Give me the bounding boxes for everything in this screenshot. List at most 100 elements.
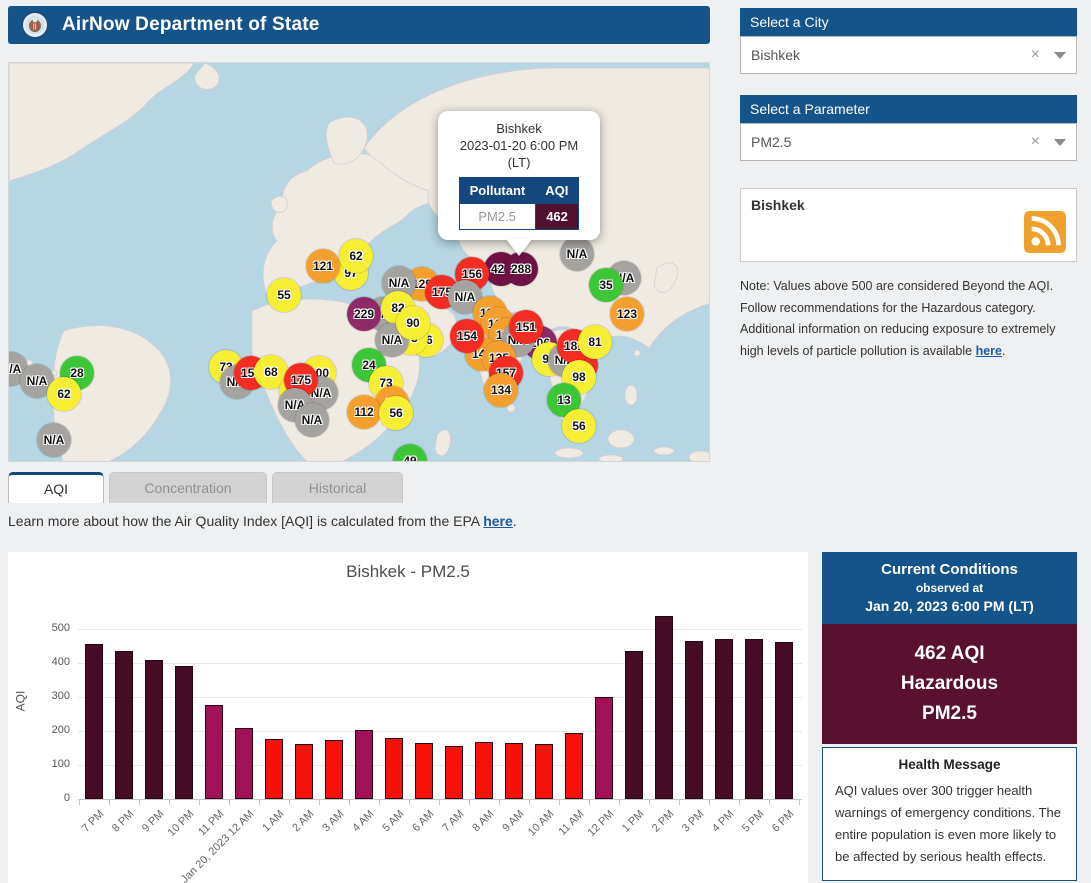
map-marker[interactable]: 56 [379, 396, 413, 430]
map-marker[interactable]: 151 [509, 310, 543, 344]
map-marker[interactable]: 123 [610, 297, 644, 331]
chart-x-tick [319, 799, 320, 805]
chart-y-tick-label: 100 [26, 758, 70, 770]
app-header: AirNow Department of State [8, 6, 710, 44]
chart-bar[interactable] [475, 742, 493, 799]
map-marker[interactable]: 49 [393, 444, 427, 462]
chart-bar[interactable] [565, 733, 583, 799]
chart-bar[interactable] [265, 739, 283, 799]
tab-historical[interactable]: Historical [272, 472, 403, 503]
tooltip-datetime: 2023-01-20 6:00 PM [446, 137, 592, 154]
tooltip-pollutant-table: Pollutant AQI PM2.5 462 [459, 177, 580, 230]
chart-x-tick [439, 799, 440, 805]
tab-concentration[interactable]: Concentration [109, 472, 267, 503]
health-message-text: AQI values over 300 trigger health warni… [835, 780, 1064, 868]
chart-bar[interactable] [505, 743, 523, 799]
cc-category: Hazardous [822, 669, 1077, 699]
map[interactable]: N/AN/A2862N/A559712162129N/A175428288156… [8, 62, 710, 462]
chart-bar[interactable] [235, 728, 253, 799]
learn-more-here-link[interactable]: here [483, 513, 513, 529]
cc-aqi-value: 462 AQI [822, 639, 1077, 669]
note-here-link[interactable]: here [976, 344, 1002, 358]
chart-bar[interactable] [445, 746, 463, 799]
city-clear-icon[interactable]: × [1031, 46, 1040, 64]
chart-x-tick [679, 799, 680, 805]
map-marker[interactable]: 134 [484, 373, 518, 407]
chart-y-tick-label: 0 [26, 792, 70, 804]
map-marker[interactable]: N/A [37, 423, 71, 457]
chart-bar[interactable] [625, 651, 643, 799]
note-text: Note: Values above 500 are considered Be… [740, 276, 1080, 362]
chart-bar[interactable] [415, 743, 433, 799]
map-marker[interactable]: 35 [589, 268, 623, 302]
parameter-clear-icon[interactable]: × [1031, 133, 1040, 151]
city-select[interactable]: Bishkek × [740, 36, 1077, 74]
tooltip-aqi-value: 462 [535, 204, 579, 230]
chart-x-tick [289, 799, 290, 805]
map-marker[interactable]: 229 [347, 297, 381, 331]
current-conditions-panel: Current Conditions observed at Jan 20, 2… [822, 552, 1077, 883]
cc-header: Current Conditions observed at Jan 20, 2… [822, 552, 1077, 624]
chart-bar[interactable] [295, 744, 313, 799]
note-prefix: Note: Values above 500 are considered Be… [740, 279, 1055, 358]
dos-seal-icon [20, 10, 50, 40]
map-marker[interactable]: 154 [450, 319, 484, 353]
chart-bar[interactable] [85, 644, 103, 799]
map-marker[interactable]: 56 [562, 409, 596, 443]
app-title: AirNow Department of State [62, 14, 320, 36]
chart-bar[interactable] [205, 705, 223, 799]
chart-x-tick [619, 799, 620, 805]
chart-bar[interactable] [715, 639, 733, 799]
map-marker[interactable]: 121 [306, 249, 340, 283]
learn-more-text: Learn more about how the Air Quality Ind… [8, 513, 517, 529]
chart-bar[interactable] [775, 642, 793, 799]
health-message-box: Health Message AQI values over 300 trigg… [822, 747, 1077, 881]
chart-x-tick [199, 799, 200, 805]
chart-bar[interactable] [115, 651, 133, 799]
map-marker[interactable]: N/A [295, 403, 329, 437]
map-marker[interactable]: 90 [396, 306, 430, 340]
chart-bar[interactable] [325, 740, 343, 799]
chart-bar[interactable] [685, 641, 703, 799]
map-marker[interactable]: 62 [47, 377, 81, 411]
parameter-select[interactable]: PM2.5 × [740, 123, 1077, 161]
cc-title: Current Conditions [828, 561, 1071, 578]
chart-x-tick [529, 799, 530, 805]
chart-x-tick [409, 799, 410, 805]
chart-bar[interactable] [355, 730, 373, 799]
rss-icon[interactable] [1024, 211, 1066, 253]
chart-bar[interactable] [175, 666, 193, 799]
map-marker[interactable]: N/A [560, 237, 594, 271]
chart-x-tick [499, 799, 500, 805]
chart-title: Bishkek - PM2.5 [8, 562, 808, 582]
map-marker[interactable]: 112 [347, 395, 381, 429]
city-select-block: Select a City Bishkek × [740, 8, 1077, 74]
cc-observed-at: observed at [828, 581, 1071, 595]
cc-pollutant: PM2.5 [822, 699, 1077, 729]
map-marker[interactable]: 62 [339, 239, 373, 273]
chart-x-tick [379, 799, 380, 805]
feed-card: Bishkek [740, 188, 1077, 262]
map-marker[interactable]: 81 [578, 325, 612, 359]
chart-bar[interactable] [535, 744, 553, 799]
city-dropdown-arrow-icon[interactable] [1054, 52, 1066, 59]
chart-x-tick [349, 799, 350, 805]
chart-bar[interactable] [145, 660, 163, 799]
tooltip-timezone: (LT) [446, 154, 592, 171]
markers-layer: N/AN/A2862N/A559712162129N/A175428288156… [9, 63, 709, 461]
chart-bar[interactable] [595, 697, 613, 799]
feed-title: Bishkek [751, 197, 1066, 213]
chart-x-tick [229, 799, 230, 805]
chart-bar[interactable] [385, 738, 403, 799]
chart-y-tick-label: 200 [26, 724, 70, 736]
chart-bar[interactable] [655, 616, 673, 799]
page: AirNow Department of State [0, 0, 1091, 883]
chart-bar[interactable] [745, 639, 763, 799]
map-marker[interactable]: 55 [267, 278, 301, 312]
parameter-select-header: Select a Parameter [740, 95, 1077, 123]
parameter-dropdown-arrow-icon[interactable] [1054, 139, 1066, 146]
tab-aqi[interactable]: AQI [8, 472, 104, 503]
tooltip-col-pollutant: Pollutant [459, 178, 535, 204]
chart-x-tick [769, 799, 770, 805]
map-marker[interactable]: 288 [504, 252, 538, 286]
